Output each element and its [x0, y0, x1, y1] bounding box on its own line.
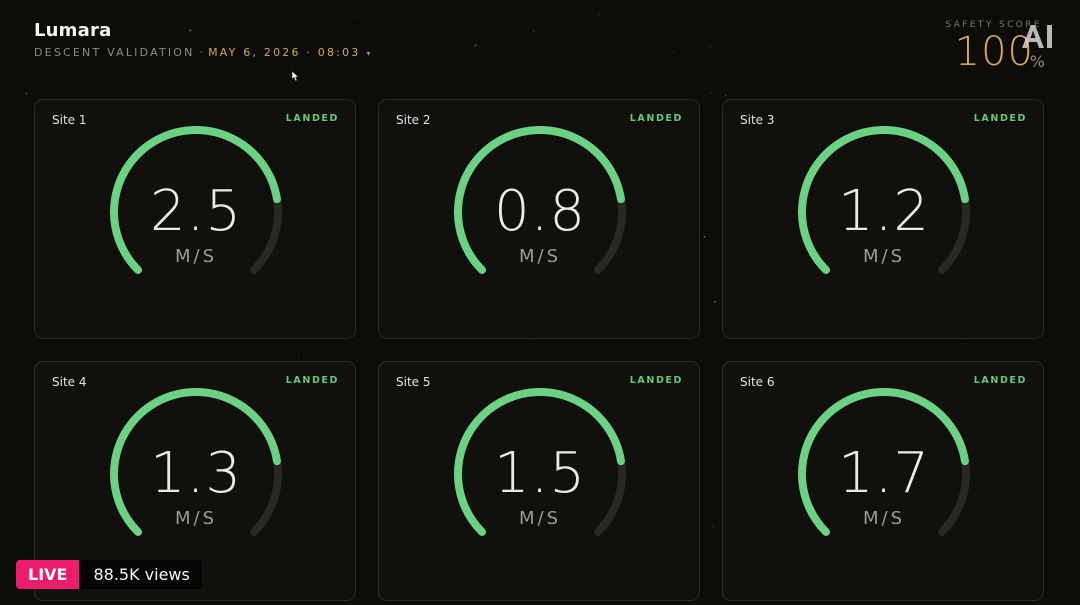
speed-unit: M/S [174, 508, 218, 529]
status-badge: LANDED [629, 375, 683, 386]
status-badge: LANDED [973, 375, 1027, 386]
star [189, 29, 192, 32]
star [853, 82, 855, 84]
separator-dot: · [199, 46, 204, 59]
descent-speed-value: 1.7 [837, 441, 931, 506]
star [181, 22, 183, 24]
site-card[interactable]: Site 6 LANDED 1.7 M/S [722, 361, 1044, 601]
speed-unit: M/S [862, 246, 906, 267]
star [710, 92, 713, 95]
speed-unit: M/S [862, 508, 906, 529]
live-stream-indicator: LIVE 88.5K views [16, 560, 202, 589]
status-badge: LANDED [285, 113, 339, 124]
app-title: Lumara [34, 20, 112, 41]
star [965, 343, 967, 345]
status-badge: LANDED [629, 113, 683, 124]
speed-unit: M/S [518, 508, 562, 529]
site-card[interactable]: Site 2 LANDED 0.8 M/S [378, 99, 700, 339]
site-name: Site 3 [740, 113, 775, 127]
star [298, 353, 299, 355]
star [474, 44, 477, 47]
site-card[interactable]: Site 1 LANDED 2.5 M/S [34, 99, 356, 339]
site-card[interactable]: Site 5 LANDED 1.5 M/S [378, 361, 700, 601]
star [25, 92, 28, 95]
site-name: Site 6 [740, 375, 775, 389]
site-name: Site 1 [52, 113, 87, 127]
live-badge: LIVE [16, 560, 80, 589]
status-badge: LANDED [973, 113, 1027, 124]
descent-speed-value: 2.5 [149, 179, 243, 244]
safety-score-unit: % [1029, 52, 1045, 71]
star [598, 13, 600, 16]
site-name: Site 5 [396, 375, 431, 389]
star [713, 300, 717, 303]
star [712, 525, 714, 527]
descent-speed-value: 1.3 [149, 441, 243, 506]
site-card[interactable]: Site 3 LANDED 1.2 M/S [722, 99, 1044, 339]
star [709, 45, 711, 48]
speed-unit: M/S [518, 246, 562, 267]
date-selector[interactable]: MAY 6, 2026 · 08:03 [208, 46, 360, 59]
star [703, 235, 706, 238]
descent-speed-value: 1.5 [493, 441, 587, 506]
header-subtitle: DESCENT VALIDATION · MAY 6, 2026 · 08:03 ▾ [34, 46, 370, 59]
site-name: Site 4 [52, 375, 87, 389]
site-name: Site 2 [396, 113, 431, 127]
star [673, 51, 675, 53]
brand-logo-icon [1022, 25, 1052, 48]
star [532, 30, 535, 33]
status-badge: LANDED [285, 375, 339, 386]
descent-speed-value: 0.8 [493, 179, 587, 244]
star [356, 16, 358, 18]
pointer-cursor-icon [291, 70, 300, 82]
subtitle-text: DESCENT VALIDATION [34, 46, 195, 59]
view-count: 88.5K views [79, 560, 202, 589]
star [724, 94, 727, 97]
chevron-down-icon[interactable]: ▾ [366, 49, 370, 58]
speed-unit: M/S [174, 246, 218, 267]
descent-speed-value: 1.2 [837, 179, 931, 244]
